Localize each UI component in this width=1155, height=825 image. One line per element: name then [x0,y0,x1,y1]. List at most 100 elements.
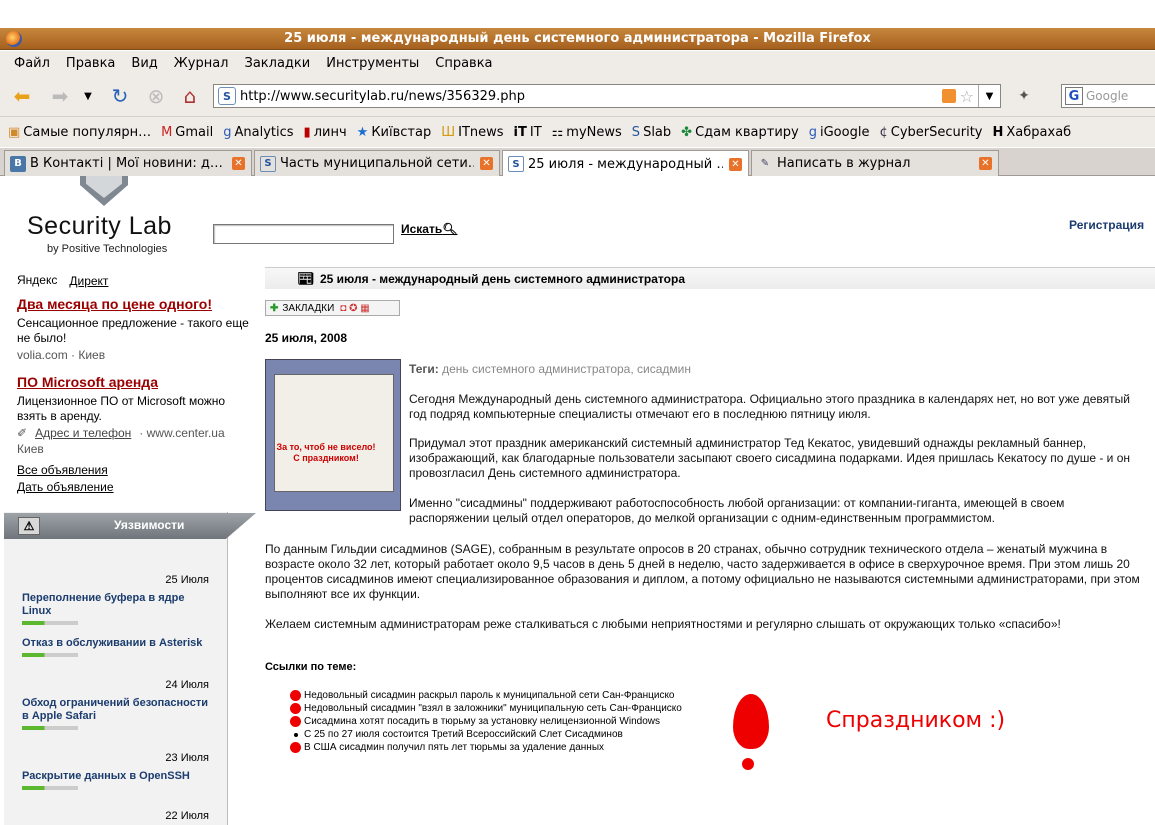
bookmark-linch[interactable]: ▮ линч [304,125,347,140]
tab-bar: B В Контакті | Мої новини: д… ✕ S Часть … [0,148,1155,177]
bookmark-slab[interactable]: S Slab [632,125,671,140]
close-tab-icon[interactable]: ✕ [729,157,742,171]
google-icon[interactable]: G [1065,87,1083,105]
bookmark-igoogle[interactable]: g iGoogle [809,125,870,140]
tab-write-journal[interactable]: ✎ Написать в журнал ✕ [751,150,999,176]
tab-vkontakte[interactable]: B В Контакті | Мої новини: д… ✕ [4,150,252,176]
rss-icon[interactable] [941,89,956,103]
vuln-severity-bar [22,653,78,657]
direct-link[interactable]: Директ [69,273,108,290]
pencil-icon: ✎ [760,158,770,169]
habr-icon: H [992,124,1004,140]
related-link[interactable]: В США сисадмин получил пять лет тюрьмы з… [290,741,682,754]
close-tab-icon[interactable]: ✕ [232,157,245,170]
ad2-text: Лицензионное ПО от Microsoft можно взять… [17,394,226,423]
bookmark-it[interactable]: iT IT [514,125,542,140]
exclamation-mark-icon [733,694,769,749]
bookmark-apartment[interactable]: ✤ Сдам квартиру [681,125,799,140]
url-dropdown-icon[interactable]: ▼ [978,85,1000,107]
window-title: 25 июля - международный день системного … [284,31,871,46]
article-image: За то, чтоб не висело! С праздником! [265,359,401,511]
related-link[interactable]: Недовольный сисадмин "взял в заложники" … [290,702,682,715]
slab-icon: S [631,124,641,140]
all-ads-link[interactable]: Все объявления [17,462,249,479]
bookmark-analytics[interactable]: g Analytics [223,125,293,140]
vuln-link[interactable]: Обход ограничений безопасности в Apple S… [22,697,209,723]
linch-icon: ▮ [303,124,311,140]
red-dot-icon [290,690,301,701]
site-search-button[interactable]: Искать🔍︎ [401,222,457,236]
site-logo[interactable]: Security Lab [27,212,172,241]
tab-sysadmin-day[interactable]: S 25 июля - международный … ✕ [502,150,749,177]
article-paragraph: По данным Гильдии сисадминов (SAGE), соб… [265,542,1140,601]
menu-bookmarks[interactable]: Закладки [245,56,311,71]
vuln-link[interactable]: Переполнение буфера в ядре Linux [22,592,209,618]
title-bar: 25 июля - международный день системного … [0,28,1155,50]
exclamation-dot-icon [742,758,754,770]
itnews-icon: Ш [441,124,456,140]
firefox-window: 25 июля - международный день системного … [0,0,1155,825]
history-dropdown-icon[interactable]: ▼ [80,83,96,109]
menu-history[interactable]: Журнал [174,56,229,71]
article-headline: 25 июля - международный день системного … [320,271,685,286]
bookmarks-share-button[interactable]: ✚ ЗАКЛАДКИ ◘ ✪ ▦ [265,300,400,316]
vuln-date: 23 Июля [165,752,209,764]
bookmark-mynews[interactable]: ⚏ myNews [552,125,622,140]
register-link[interactable]: Регистрация [1069,218,1144,232]
menu-edit[interactable]: Правка [66,56,115,71]
ad2-title[interactable]: ПО Microsoft аренда [17,374,249,390]
bookmark-star-icon[interactable]: ☆ [960,87,974,106]
tab-municipal-network[interactable]: S Часть муниципальной сети… ✕ [254,150,500,176]
bookmark-gmail[interactable]: M Gmail [161,125,213,140]
ad2-address-link[interactable]: Адрес и телефон [35,426,131,440]
securitylab-icon: S [508,156,524,172]
menu-file[interactable]: Файл [14,56,50,71]
forward-icon[interactable]: ➡ [46,83,74,109]
securitylab-icon: S [260,155,276,172]
back-icon[interactable]: ⬅ [8,83,36,109]
home-icon[interactable]: ⌂ [176,83,204,109]
bookmark-kyivstar[interactable]: ★ Київстар [357,125,432,140]
search-box[interactable]: G Google [1061,84,1155,108]
related-link[interactable]: Сисадмина хотят посадить в тюрьму за уст… [290,715,682,728]
bookmark-itnews[interactable]: Ш ITnews [441,125,503,140]
vuln-severity-bar [22,621,78,625]
url-text[interactable]: http://www.securitylab.ru/news/356329.ph… [240,89,942,104]
reload-icon[interactable]: ↻ [106,83,134,109]
bookmark-habrahabr[interactable]: H Хабрахаб [993,125,1072,140]
related-link[interactable]: Недовольный сисадмин раскрыл пароль к му… [290,689,682,702]
congrats-text: Спраздником :) [826,708,1006,733]
ad1-title[interactable]: Два месяца по цене одного! [17,296,249,312]
apartment-icon: ✤ [681,124,693,140]
vuln-link[interactable]: Отказ в обслуживании в Asterisk [22,637,209,650]
menu-help[interactable]: Справка [435,56,492,71]
menu-tools[interactable]: Инструменты [326,56,419,71]
stop-icon[interactable]: ⊗ [142,83,170,109]
article-header: 📰︎ 25 июля - международный день системно… [265,267,1155,289]
site-identity-icon[interactable]: S [218,87,236,105]
share-icons: ◘ ✪ ▦ [340,302,370,314]
menu-view[interactable]: Вид [131,56,157,71]
bookmark-cybersecurity[interactable]: ¢ CyberSecurity [879,125,982,140]
url-bar[interactable]: S http://www.securitylab.ru/news/356329.… [213,84,1001,108]
give-ad-link[interactable]: Дать объявление [17,479,249,496]
addon-icon[interactable]: ✦ [1012,83,1036,109]
site-search-input[interactable] [213,224,394,244]
yandex-label[interactable]: Яндекс [17,273,57,290]
close-tab-icon[interactable]: ✕ [480,157,493,170]
vuln-date: 22 Июля [165,810,209,822]
shield-logo-icon [80,176,128,206]
vuln-link[interactable]: Раскрытие данных в OpenSSH [22,770,209,783]
ad1-source: volia.com · Киев [17,348,106,362]
it-icon: iT [513,124,527,140]
vulnerabilities-header: ⚠ Уязвимости [4,513,256,539]
ad2-city: Киев [17,442,44,456]
article-tags: Теги: день системного администратора, си… [409,362,691,376]
menu-bar: Файл Правка Вид Журнал Закладки Инструме… [0,51,1155,75]
related-links: Недовольный сисадмин раскрыл пароль к му… [290,689,682,754]
related-link[interactable]: С 25 по 27 июля состоится Третий Всеросс… [290,728,682,741]
bookmark-popular[interactable]: ▣ Самые популярн… [8,125,151,140]
red-dot-icon [290,742,301,753]
close-tab-icon[interactable]: ✕ [979,157,992,170]
mynews-icon: ⚏ [551,124,564,140]
